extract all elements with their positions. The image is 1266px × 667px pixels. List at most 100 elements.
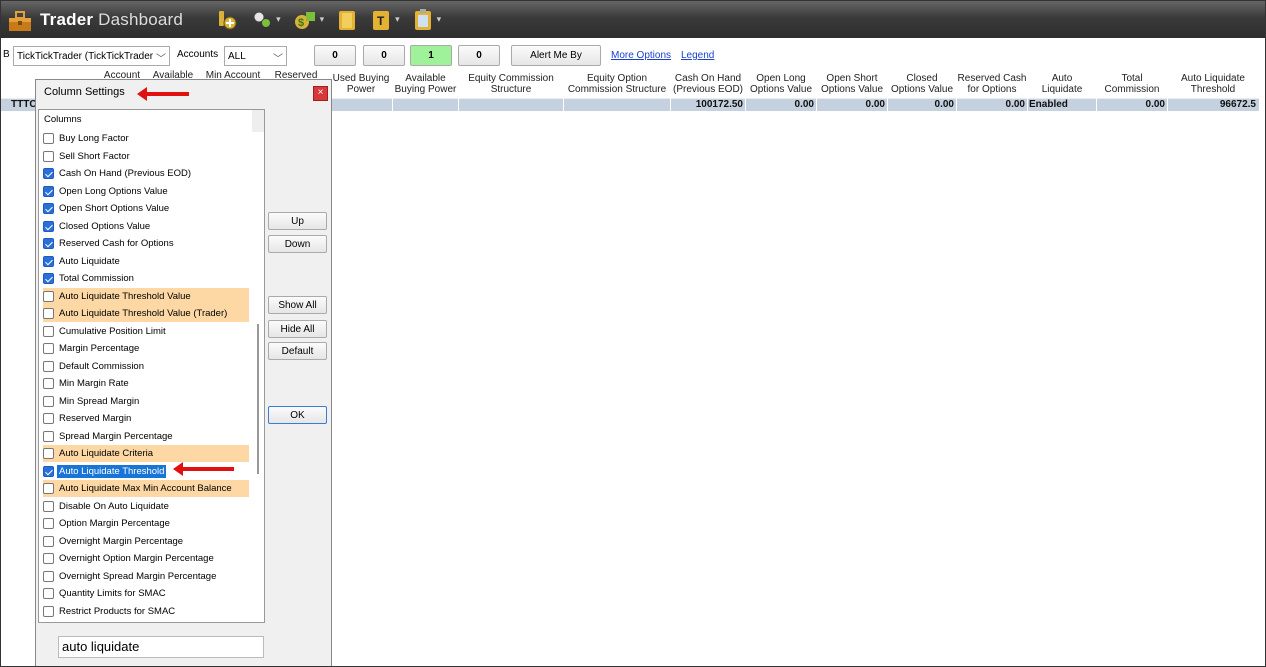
column-header[interactable]: Auto Liquidate Threshold xyxy=(1168,73,1258,95)
column-option[interactable]: Spread Margin Percentage xyxy=(43,428,249,445)
checkbox[interactable] xyxy=(43,290,54,302)
column-option[interactable]: Restrict Products for SMAC xyxy=(43,603,249,620)
text-tool-icon[interactable]: T ▾ xyxy=(370,7,400,33)
checkbox[interactable] xyxy=(43,325,54,337)
checkbox[interactable] xyxy=(43,483,54,494)
column-header[interactable]: Cash On Hand (Previous EOD) xyxy=(671,73,745,95)
checkbox[interactable] xyxy=(43,168,54,179)
column-option[interactable]: Reserved Cash for Options xyxy=(43,235,249,252)
checkbox[interactable] xyxy=(43,448,54,459)
checkbox[interactable] xyxy=(43,238,54,249)
money-icon[interactable]: $ ▾ xyxy=(293,7,324,33)
column-option[interactable]: Auto Liquidate Criteria xyxy=(43,445,249,462)
alert-me-by-button[interactable]: Alert Me By xyxy=(511,45,601,66)
checkbox[interactable] xyxy=(43,308,54,319)
counter-3[interactable]: 0 xyxy=(458,45,500,66)
checkbox[interactable] xyxy=(43,413,54,424)
counter-2[interactable]: 1 xyxy=(410,45,452,66)
clipboard-icon[interactable]: ▾ xyxy=(412,7,441,33)
folder-icon[interactable] xyxy=(336,7,358,33)
checkbox[interactable] xyxy=(43,465,54,477)
column-option[interactable]: Min Spread Margin xyxy=(43,393,249,410)
column-option[interactable]: Default Commission xyxy=(43,358,249,375)
counter-1[interactable]: 0 xyxy=(363,45,405,66)
column-option[interactable]: Margin Percentage xyxy=(43,340,249,357)
down-button[interactable]: Down xyxy=(268,235,327,253)
checkbox[interactable] xyxy=(43,500,54,512)
legend-link[interactable]: Legend xyxy=(681,50,714,61)
columns-list[interactable]: Columns Buy Long Factor Sell Short Factor… xyxy=(38,109,265,623)
settings-tools-icon[interactable]: ▾ xyxy=(251,7,281,33)
column-option[interactable]: Overnight Option Margin Percentage xyxy=(43,550,249,567)
scrollbar[interactable] xyxy=(252,110,264,622)
checkbox[interactable] xyxy=(43,430,54,442)
column-header[interactable]: Used Buying Power xyxy=(330,73,392,95)
column-option-label: Reserved Cash for Options xyxy=(59,238,174,249)
column-option[interactable]: Total Commission xyxy=(43,270,249,287)
column-header[interactable]: Equity Commission Structure xyxy=(459,73,563,95)
checkbox[interactable] xyxy=(43,220,54,232)
checkbox[interactable] xyxy=(43,203,54,214)
column-option[interactable]: Closed Options Value xyxy=(43,218,249,235)
column-header[interactable]: Open Long Options Value xyxy=(746,73,816,95)
column-header[interactable]: Auto Liquidate xyxy=(1028,73,1096,95)
trader-select[interactable]: TickTickTrader (TickTickTrader ﹀ xyxy=(13,46,170,66)
column-header[interactable]: Closed Options Value xyxy=(888,73,956,95)
column-option-label: Disable On Auto Liquidate xyxy=(59,500,169,512)
checkbox[interactable] xyxy=(43,588,54,599)
column-option[interactable]: Open Short Options Value xyxy=(43,200,249,217)
checkbox[interactable] xyxy=(43,255,54,267)
column-search-input[interactable]: auto liquidate xyxy=(58,636,264,658)
default-button[interactable]: Default xyxy=(268,342,327,360)
more-options-link[interactable]: More Options xyxy=(611,50,671,61)
column-option[interactable]: Overnight Margin Percentage xyxy=(43,533,249,550)
checkbox[interactable] xyxy=(43,535,54,547)
checkbox[interactable] xyxy=(43,150,54,162)
checkbox[interactable] xyxy=(43,553,54,564)
up-button[interactable]: Up xyxy=(268,212,327,230)
header-line2: Options Value xyxy=(820,84,884,95)
column-option[interactable]: Disable On Auto Liquidate xyxy=(43,498,249,515)
column-option[interactable]: Cash On Hand (Previous EOD) xyxy=(43,165,249,182)
column-option[interactable]: Auto Liquidate xyxy=(43,253,249,270)
column-option[interactable]: Auto Liquidate Threshold Value xyxy=(43,287,249,305)
trader-select-value: TickTickTrader (TickTickTrader xyxy=(17,50,154,62)
checkbox[interactable] xyxy=(43,133,54,144)
close-button[interactable]: × xyxy=(313,86,328,101)
checkbox[interactable] xyxy=(43,395,54,407)
column-header[interactable]: Equity Option Commission Structure xyxy=(564,73,670,95)
column-option[interactable]: Min Margin Rate xyxy=(43,375,249,392)
checkbox[interactable] xyxy=(43,570,54,582)
column-option[interactable]: Reserved Margin xyxy=(43,410,249,427)
scrollbar-thumb[interactable] xyxy=(257,324,259,474)
add-user-icon[interactable] xyxy=(215,7,239,33)
column-option[interactable]: Cumulative Position Limit xyxy=(43,323,249,340)
accounts-select[interactable]: ALL ﹀ xyxy=(224,46,287,66)
column-option[interactable]: Option Margin Percentage xyxy=(43,515,249,532)
column-option[interactable]: Auto Liquidate Threshold Value (Trader) xyxy=(43,305,249,322)
counter-value: 0 xyxy=(332,50,338,61)
column-option[interactable]: Auto Liquidate Max Min Account Balance xyxy=(43,480,249,497)
column-option[interactable]: Open Long Options Value xyxy=(43,183,249,200)
column-header[interactable]: Total Commission xyxy=(1097,73,1167,95)
checkbox[interactable] xyxy=(43,378,54,389)
ok-button[interactable]: OK xyxy=(268,406,327,424)
checkbox[interactable] xyxy=(43,518,54,529)
column-option[interactable]: Buy Long Factor xyxy=(43,130,249,147)
column-header[interactable]: Available Buying Power xyxy=(393,73,458,95)
column-option[interactable]: Sell Short Factor xyxy=(43,148,249,165)
checkbox[interactable] xyxy=(43,360,54,372)
column-header[interactable]: Open Short Options Value xyxy=(817,73,887,95)
checkbox[interactable] xyxy=(43,185,54,197)
column-header[interactable]: Reserved Cash for Options xyxy=(957,73,1027,95)
hide-all-button[interactable]: Hide All xyxy=(268,320,327,338)
checkbox[interactable] xyxy=(43,343,54,354)
show-all-button[interactable]: Show All xyxy=(268,296,327,314)
scrollbar-track xyxy=(252,110,264,132)
column-option[interactable]: Auto Liquidate Threshold xyxy=(43,463,249,480)
column-option[interactable]: Quantity Limits for SMAC xyxy=(43,585,249,602)
column-option[interactable]: Overnight Spread Margin Percentage xyxy=(43,568,249,585)
counter-0[interactable]: 0 xyxy=(314,45,356,66)
checkbox[interactable] xyxy=(43,273,54,284)
checkbox[interactable] xyxy=(43,605,54,617)
